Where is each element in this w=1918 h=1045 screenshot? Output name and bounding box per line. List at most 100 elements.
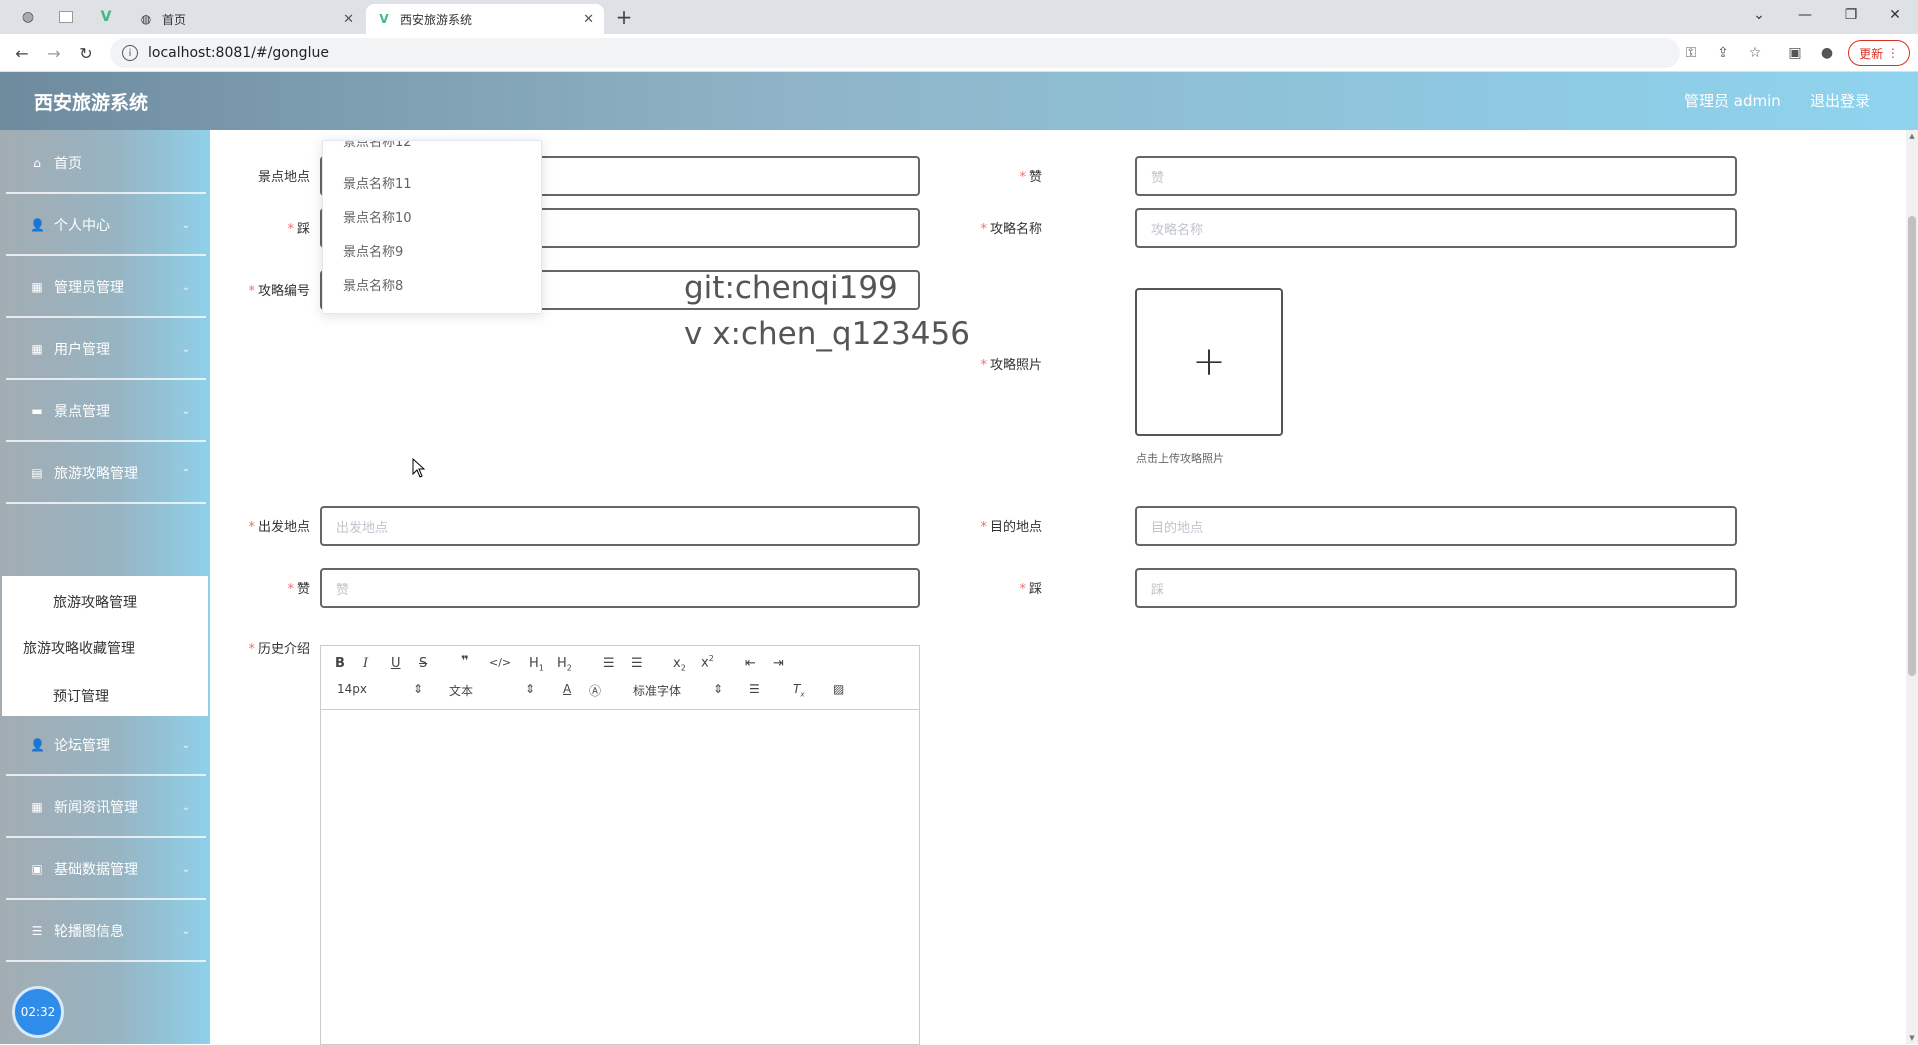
grid-icon: ▦ — [31, 280, 43, 294]
share-icon[interactable]: ⇪ — [1712, 43, 1734, 63]
blank-tab[interactable] — [52, 6, 80, 28]
subscript-button[interactable]: x2 — [673, 656, 686, 673]
indent-icon[interactable]: ⇥ — [773, 656, 784, 671]
bold-button[interactable]: B — [335, 656, 345, 671]
tab-search-chevron-icon[interactable]: ⌄ — [1736, 0, 1782, 30]
header-select[interactable]: 文本 — [449, 682, 473, 699]
h1-button[interactable]: H1 — [529, 656, 544, 673]
back-button[interactable]: ← — [10, 42, 34, 64]
mouse-cursor-icon — [412, 458, 426, 478]
new-tab-button[interactable]: + — [610, 5, 638, 29]
grid-icon: ▦ — [31, 800, 43, 814]
dropdown-option[interactable]: 景点名称8 — [343, 275, 403, 294]
forward-button[interactable]: → — [42, 42, 66, 64]
font-size-select[interactable]: 14px — [337, 682, 367, 696]
vue-icon: V — [379, 12, 389, 26]
logout-link[interactable]: 退出登录 — [1810, 90, 1870, 111]
sidebar: ⌂ 首页 👤 个人中心 ⌄ ▦ 管理员管理 ⌄ ▦ 用户管理 ⌄ ▬ 景点管理 … — [0, 130, 210, 1044]
clear-format-icon[interactable]: Tx — [793, 682, 805, 698]
sidebar-item-forum-mgmt[interactable]: 👤 论坛管理 ⌄ — [6, 716, 206, 776]
star-icon[interactable]: ☆ — [1744, 43, 1766, 63]
update-button[interactable]: 更新 ⋮ — [1848, 40, 1910, 66]
superscript-button[interactable]: x2 — [701, 654, 714, 670]
app: 西安旅游系统 管理员 admin 退出登录 ⌂ 首页 👤 个人中心 ⌄ ▦ 管理… — [0, 72, 1918, 1045]
tab-xian-travel[interactable]: V 西安旅游系统 ✕ — [366, 4, 604, 34]
strike-button[interactable]: S — [419, 656, 427, 671]
sidebar-item-news-mgmt[interactable]: ▦ 新闻资讯管理 ⌄ — [6, 778, 206, 838]
blockquote-icon[interactable]: ❞ — [461, 654, 469, 669]
zan-right-input[interactable]: 赞 — [1135, 156, 1737, 196]
close-icon[interactable]: ✕ — [583, 12, 594, 27]
bullet-list-icon[interactable]: ☰ — [631, 656, 643, 671]
sidebar-item-home[interactable]: ⌂ 首页 — [6, 134, 206, 194]
page-scrollbar[interactable]: ▲ ▼ — [1906, 130, 1918, 1044]
scroll-down-icon[interactable]: ▼ — [1908, 1034, 1916, 1042]
close-icon[interactable]: ✕ — [343, 12, 354, 27]
sidebar-item-carousel[interactable]: ☰ 轮播图信息 ⌄ — [6, 902, 206, 962]
sidebar-item-personal-center[interactable]: 👤 个人中心 ⌄ — [6, 196, 206, 256]
user-icon: 👤 — [30, 218, 45, 232]
cai-left-label: * 踩 — [287, 222, 310, 237]
ordered-list-icon[interactable]: ☰ — [603, 656, 615, 671]
rich-text-editor[interactable]: B I U S ❞ </> H1 H2 ☰ ☰ x2 x2 ⇤ ⇥ 14px ⇕… — [320, 645, 920, 1045]
chevron-down-icon: ⌄ — [181, 343, 190, 355]
dropdown-option[interactable]: 景点名称10 — [343, 207, 412, 226]
restore-button[interactable]: ❐ — [1828, 0, 1874, 30]
chevron-updown-icon: ⇕ — [413, 682, 424, 696]
image-icon[interactable]: ▨ — [833, 682, 844, 696]
text-color-icon[interactable]: A — [563, 682, 571, 696]
sidebar-item-user-mgmt[interactable]: ▦ 用户管理 ⌄ — [6, 320, 206, 380]
guide-photo-label: * 攻略照片 — [980, 358, 1042, 373]
dropdown-option[interactable]: 景点名称9 — [343, 241, 403, 260]
zan-left-label: * 赞 — [287, 582, 310, 597]
outdent-icon[interactable]: ⇤ — [745, 656, 756, 671]
chevron-down-icon: ⌄ — [181, 219, 190, 231]
site-info-icon[interactable]: i — [122, 45, 138, 61]
vue-pinned-tab[interactable]: V — [92, 6, 120, 28]
reload-button[interactable]: ↻ — [74, 42, 98, 64]
align-icon[interactable]: ☰ — [749, 682, 760, 696]
side-panel-icon[interactable]: ▣ — [1784, 43, 1806, 63]
scroll-up-icon[interactable]: ▲ — [1908, 132, 1916, 140]
code-icon[interactable]: </> — [489, 656, 511, 669]
chevron-down-icon: ⌄ — [181, 739, 190, 751]
editor-toolbar: B I U S ❞ </> H1 H2 ☰ ☰ x2 x2 ⇤ ⇥ 14px ⇕… — [321, 646, 919, 710]
cai-right-input[interactable]: 踩 — [1135, 568, 1737, 608]
tab-home[interactable]: ◍ 首页 ✕ — [128, 4, 364, 34]
guide-name-input[interactable]: 攻略名称 — [1135, 208, 1737, 248]
globe-icon: ◍ — [140, 12, 152, 26]
dropdown-option[interactable]: 景点名称12 — [343, 141, 412, 150]
guide-name-label: * 攻略名称 — [980, 222, 1042, 237]
minimize-button[interactable]: — — [1782, 0, 1828, 30]
submenu-guide-favorites[interactable]: 旅游攻略收藏管理 — [0, 638, 182, 658]
dest-input[interactable]: 目的地点 — [1135, 506, 1737, 546]
zan-right-label: * 赞 — [1019, 170, 1042, 185]
submenu-booking[interactable]: 预订管理 — [0, 686, 184, 706]
underline-button[interactable]: U — [391, 656, 401, 671]
scroll-thumb[interactable] — [1908, 216, 1916, 676]
depart-input[interactable]: 出发地点 — [320, 506, 920, 546]
zan-left-input[interactable]: 赞 — [320, 568, 920, 608]
close-window-button[interactable]: ✕ — [1872, 0, 1918, 30]
italic-button[interactable]: I — [363, 656, 368, 671]
sidebar-item-guide-mgmt[interactable]: ▤ 旅游攻略管理 ⌃ — [6, 444, 206, 504]
sidebar-item-scenic-mgmt[interactable]: ▬ 景点管理 ⌄ — [6, 382, 206, 442]
background-color-icon[interactable]: Ⓐ — [589, 682, 601, 699]
h2-button[interactable]: H2 — [557, 656, 572, 673]
chevron-down-icon: ⌄ — [181, 801, 190, 813]
url-bar[interactable]: i localhost:8081/#/gonglue — [110, 38, 1680, 68]
chevron-updown-icon: ⇕ — [525, 682, 536, 696]
font-family-select[interactable]: 标准字体 — [633, 682, 681, 699]
photo-upload-button[interactable]: + — [1135, 288, 1283, 436]
profile-icon[interactable]: ● — [1816, 43, 1838, 63]
key-icon[interactable]: ⚿ — [1680, 43, 1702, 63]
sidebar-item-basic-data[interactable]: ▣ 基础数据管理 ⌄ — [6, 840, 206, 900]
tab-search-icon[interactable]: ◍ — [14, 6, 42, 28]
cai-right-label: * 踩 — [1019, 582, 1042, 597]
dropdown-option[interactable]: 景点名称11 — [343, 173, 412, 192]
sidebar-item-admin-mgmt[interactable]: ▦ 管理员管理 ⌄ — [6, 258, 206, 318]
submenu-guide-mgmt[interactable]: 旅游攻略管理 — [0, 592, 198, 612]
history-label: * 历史介绍 — [248, 642, 310, 657]
upload-tip: 点击上传攻略照片 — [1136, 452, 1224, 465]
watermark-line-1: git:chenqi199 — [684, 270, 898, 306]
